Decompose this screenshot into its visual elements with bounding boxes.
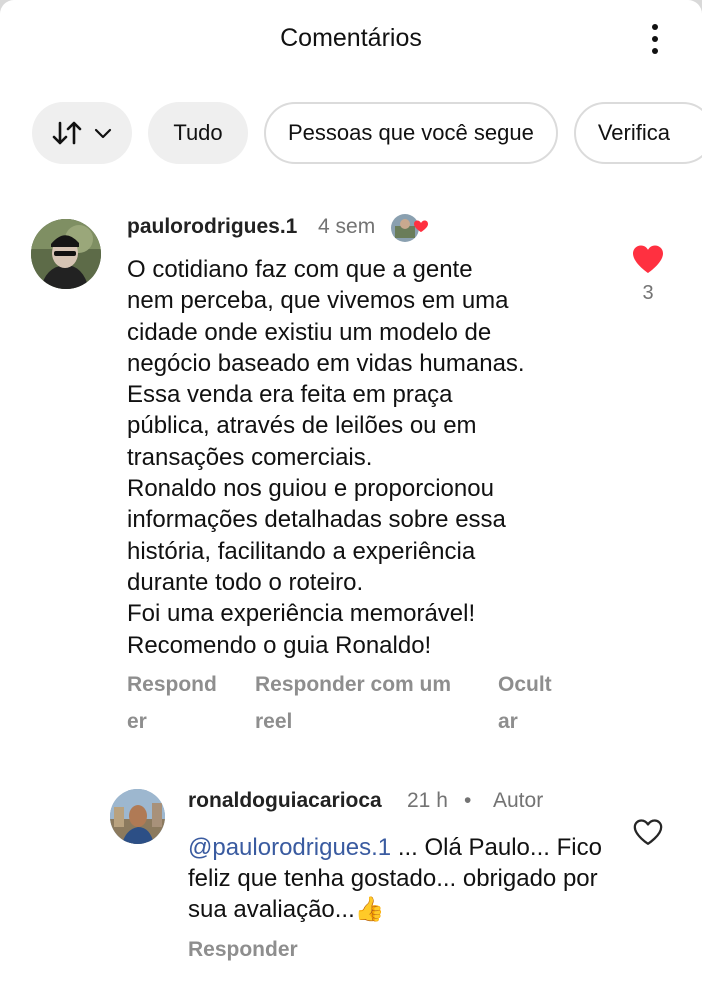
comment-text: O cotidiano faz com que a gente nem perc… bbox=[127, 256, 525, 659]
page-title: Comentários bbox=[280, 24, 422, 52]
heart-outline-icon bbox=[632, 819, 664, 851]
reply-text: @paulorodrigues.1 ... Olá Paulo... Fico … bbox=[188, 832, 618, 925]
hide-label: Ocult bbox=[498, 673, 552, 696]
reply-timestamp: 21 h bbox=[407, 789, 448, 812]
avatar[interactable] bbox=[31, 219, 101, 289]
comments-sheet: Comentários Tudo Pessoas que você segue … bbox=[0, 0, 702, 990]
reply-to-reply-button[interactable]: Responder bbox=[188, 931, 298, 968]
mention-link[interactable]: @paulorodrigues.1 bbox=[188, 834, 391, 861]
more-options-icon[interactable] bbox=[640, 22, 670, 56]
comment-username[interactable]: paulorodrigues.1 bbox=[127, 215, 297, 239]
creator-liked-badge bbox=[390, 212, 434, 244]
reply-reel-label: reel bbox=[255, 710, 293, 733]
sort-button[interactable] bbox=[32, 102, 132, 164]
reply-like-button[interactable] bbox=[632, 817, 664, 847]
author-badge: Autor bbox=[493, 789, 544, 812]
comment-timestamp: 4 sem bbox=[318, 215, 376, 238]
reply-button[interactable]: Respond er bbox=[127, 666, 217, 740]
filter-bar: Tudo Pessoas que você segue Verifica bbox=[32, 102, 702, 164]
hide-label: ar bbox=[498, 710, 518, 733]
hide-button[interactable]: Ocult ar bbox=[498, 666, 552, 740]
reply-text-line1: ... Olá Paulo... bbox=[391, 834, 550, 861]
meta-separator: • bbox=[464, 789, 472, 812]
chevron-down-icon bbox=[94, 120, 112, 146]
header: Comentários bbox=[0, 0, 702, 80]
thumbs-up-emoji: 👍 bbox=[354, 896, 385, 923]
reply-label: Respond bbox=[127, 673, 217, 696]
filter-all-chip[interactable]: Tudo bbox=[148, 102, 248, 164]
reply-username[interactable]: ronaldoguiacarioca bbox=[188, 789, 382, 813]
sort-arrows-icon bbox=[52, 120, 82, 146]
reply-label: er bbox=[127, 710, 147, 733]
filter-verified-chip[interactable]: Verifica bbox=[573, 102, 702, 164]
heart-filled-icon bbox=[630, 244, 666, 274]
like-button[interactable]: 3 bbox=[630, 244, 666, 305]
reply-avatar[interactable] bbox=[110, 789, 165, 844]
reply-with-reel-button[interactable]: Responder com um reel bbox=[255, 666, 451, 740]
filter-following-chip[interactable]: Pessoas que você segue bbox=[264, 102, 558, 164]
reply-reel-label: Responder com um bbox=[255, 673, 452, 696]
like-count: 3 bbox=[642, 282, 654, 304]
